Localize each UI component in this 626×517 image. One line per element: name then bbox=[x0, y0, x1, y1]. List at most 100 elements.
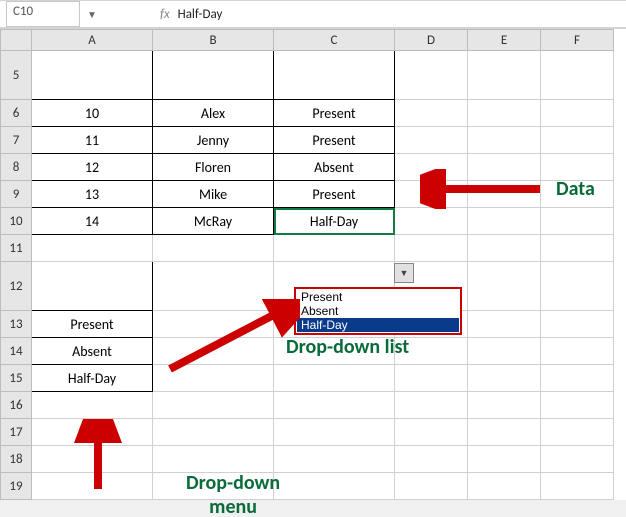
cell[interactable] bbox=[468, 51, 541, 100]
cell[interactable] bbox=[153, 235, 274, 262]
cell[interactable] bbox=[395, 392, 468, 419]
cell[interactable] bbox=[274, 338, 395, 365]
cell[interactable] bbox=[153, 392, 274, 419]
dropdown-option[interactable]: Absent bbox=[297, 304, 459, 318]
cell[interactable] bbox=[468, 392, 541, 419]
col-header-F[interactable]: F bbox=[541, 30, 614, 51]
header-roll[interactable]: Roll No. bbox=[32, 51, 153, 100]
cell[interactable] bbox=[153, 338, 274, 365]
cell[interactable] bbox=[468, 419, 541, 446]
row-header[interactable]: 10 bbox=[1, 208, 32, 235]
row-header[interactable]: 9 bbox=[1, 181, 32, 208]
cell[interactable] bbox=[274, 365, 395, 392]
cell[interactable] bbox=[395, 235, 468, 262]
row-header[interactable]: 5 bbox=[1, 51, 32, 100]
col-header-C[interactable]: C bbox=[274, 30, 395, 51]
cell[interactable] bbox=[541, 51, 614, 100]
cell[interactable] bbox=[395, 208, 468, 235]
cell-roll[interactable]: 13 bbox=[32, 181, 153, 208]
cell[interactable] bbox=[153, 473, 274, 500]
cell[interactable] bbox=[541, 100, 614, 127]
row-header[interactable]: 17 bbox=[1, 419, 32, 446]
cell[interactable] bbox=[32, 392, 153, 419]
cell-name[interactable]: Jenny bbox=[153, 127, 274, 154]
worksheet-grid[interactable]: A B C D E F 5 Roll No. Name Attendance 6… bbox=[0, 29, 626, 500]
cell[interactable] bbox=[468, 127, 541, 154]
cell[interactable] bbox=[468, 235, 541, 262]
cell-name[interactable]: Alex bbox=[153, 100, 274, 127]
cell[interactable] bbox=[541, 365, 614, 392]
cell[interactable] bbox=[468, 208, 541, 235]
row-header[interactable]: 6 bbox=[1, 100, 32, 127]
select-all-corner[interactable] bbox=[1, 30, 32, 51]
cell[interactable] bbox=[468, 262, 541, 311]
cell-name[interactable]: Floren bbox=[153, 154, 274, 181]
list-item[interactable]: Present bbox=[32, 311, 153, 338]
cell[interactable] bbox=[468, 311, 541, 338]
row-header[interactable]: 13 bbox=[1, 311, 32, 338]
col-header-A[interactable]: A bbox=[32, 30, 153, 51]
cell[interactable] bbox=[32, 446, 153, 473]
cell[interactable] bbox=[541, 473, 614, 500]
cell[interactable] bbox=[153, 365, 274, 392]
name-box[interactable]: C10 bbox=[6, 1, 80, 27]
cell[interactable] bbox=[32, 419, 153, 446]
cell[interactable] bbox=[395, 365, 468, 392]
cell[interactable] bbox=[468, 181, 541, 208]
cell[interactable] bbox=[541, 181, 614, 208]
cell[interactable] bbox=[395, 446, 468, 473]
cell[interactable] bbox=[395, 473, 468, 500]
cell[interactable] bbox=[274, 419, 395, 446]
formula-bar[interactable]: fx Half-Day bbox=[160, 7, 222, 22]
list-item[interactable]: Half-Day bbox=[32, 365, 153, 392]
cell[interactable] bbox=[468, 446, 541, 473]
cell[interactable] bbox=[32, 473, 153, 500]
cell-roll[interactable]: 11 bbox=[32, 127, 153, 154]
header-attendance[interactable]: Attendance bbox=[274, 51, 395, 100]
row-header[interactable]: 8 bbox=[1, 154, 32, 181]
cell[interactable] bbox=[468, 338, 541, 365]
cell[interactable] bbox=[274, 446, 395, 473]
row-header[interactable]: 19 bbox=[1, 473, 32, 500]
cell-name[interactable]: Mike bbox=[153, 181, 274, 208]
cell[interactable] bbox=[395, 127, 468, 154]
cell[interactable] bbox=[153, 446, 274, 473]
header-name[interactable]: Name bbox=[153, 51, 274, 100]
cell[interactable] bbox=[541, 419, 614, 446]
cell[interactable] bbox=[395, 51, 468, 100]
cell[interactable] bbox=[274, 235, 395, 262]
cell[interactable] bbox=[395, 154, 468, 181]
row-header[interactable]: 7 bbox=[1, 127, 32, 154]
cell[interactable] bbox=[541, 235, 614, 262]
row-header[interactable]: 15 bbox=[1, 365, 32, 392]
cell[interactable] bbox=[395, 419, 468, 446]
list-item[interactable]: Absent bbox=[32, 338, 153, 365]
cell-att[interactable]: Absent bbox=[274, 154, 395, 181]
cell-att[interactable]: Present bbox=[274, 100, 395, 127]
row-header[interactable]: 12 bbox=[1, 262, 32, 311]
cell[interactable] bbox=[395, 181, 468, 208]
dropdown-option-selected[interactable]: Half-Day bbox=[297, 318, 459, 332]
cell[interactable] bbox=[541, 311, 614, 338]
cell[interactable] bbox=[153, 311, 274, 338]
row-header[interactable]: 14 bbox=[1, 338, 32, 365]
validation-dropdown-list[interactable]: Present Absent Half-Day bbox=[294, 287, 462, 335]
row-header[interactable]: 18 bbox=[1, 446, 32, 473]
cell[interactable] bbox=[468, 100, 541, 127]
cell-roll[interactable]: 14 bbox=[32, 208, 153, 235]
cell[interactable] bbox=[395, 338, 468, 365]
cell[interactable] bbox=[541, 208, 614, 235]
col-header-D[interactable]: D bbox=[395, 30, 468, 51]
cell[interactable] bbox=[153, 262, 274, 311]
cell[interactable] bbox=[541, 154, 614, 181]
cell[interactable] bbox=[541, 446, 614, 473]
row-header[interactable]: 11 bbox=[1, 235, 32, 262]
cell[interactable] bbox=[153, 419, 274, 446]
cell-name[interactable]: McRay bbox=[153, 208, 274, 235]
cell[interactable] bbox=[468, 473, 541, 500]
cell[interactable] bbox=[541, 262, 614, 311]
validation-dropdown-button[interactable]: ▼ bbox=[394, 263, 414, 283]
cell-att[interactable]: Present bbox=[274, 181, 395, 208]
cell[interactable] bbox=[541, 338, 614, 365]
cell[interactable] bbox=[468, 365, 541, 392]
